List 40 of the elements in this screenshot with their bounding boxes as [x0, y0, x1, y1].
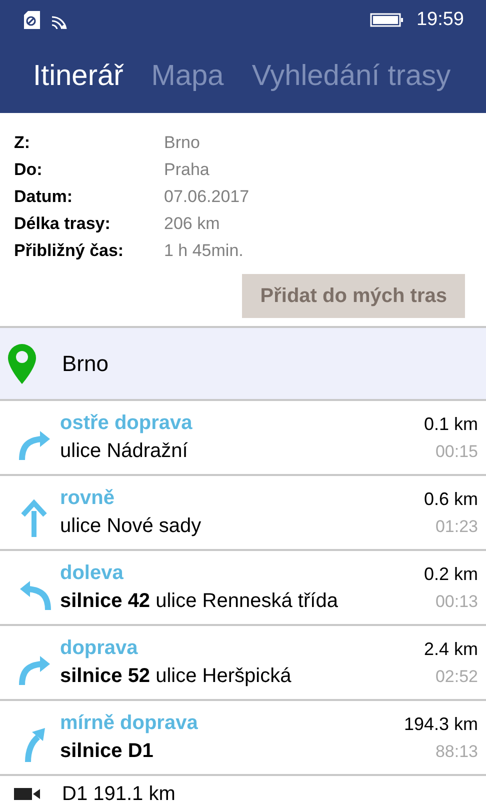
clock-time: 19:59 [416, 8, 464, 32]
sim-icon [22, 11, 42, 29]
field-label: Datum: [14, 186, 74, 208]
field-value: Praha [164, 159, 210, 181]
duration: 88:13 [435, 740, 478, 762]
field-value: 07.06.2017 [164, 186, 250, 208]
tab[interactable]: Itinerář [33, 54, 124, 98]
street-text: ulice Nové sady [60, 514, 202, 538]
distance: 0.2 km [424, 562, 478, 586]
field-value: 206 km [164, 213, 220, 235]
battery-icon [370, 13, 404, 27]
field-label: Z: [14, 132, 32, 154]
street-text: ulice Nádražní [60, 438, 188, 464]
turn-instruction: rovně [60, 486, 114, 510]
distance: 0.6 km [424, 488, 478, 510]
start-place: Brno [62, 350, 108, 378]
turn-instruction: doleva [60, 560, 124, 586]
tab[interactable]: Vyhledání trasy [252, 54, 451, 98]
camera-icon [14, 786, 40, 802]
street-text: silnice D1 [60, 738, 154, 764]
distance: 0.1 km [424, 412, 478, 436]
distance: 194.3 km [404, 712, 478, 736]
turn-instruction: mírně doprava [60, 710, 198, 736]
distance: 2.4 km [424, 638, 478, 660]
duration: 00:15 [435, 440, 478, 462]
tab[interactable]: Mapa [151, 54, 224, 98]
street-text: silnice 42 ulice Renneská třída [60, 588, 338, 614]
duration: 00:13 [435, 590, 478, 612]
field-value: 1 h 45min. [164, 240, 244, 262]
field-value: Brno [164, 132, 200, 154]
field-label: Do: [14, 159, 44, 181]
field-label: Přibližný čas: [14, 240, 125, 262]
duration: 01:23 [435, 516, 478, 538]
turn-instruction: ostře doprava [60, 410, 192, 436]
location-pin-icon [8, 344, 36, 384]
duration: 02:52 [435, 666, 478, 688]
street-text: silnice 52 ulice Heršpická [60, 664, 292, 688]
camera-text: D1 191.1 km [62, 783, 176, 805]
turn-instruction: doprava [60, 636, 138, 660]
field-label: Délka trasy: [14, 213, 112, 235]
